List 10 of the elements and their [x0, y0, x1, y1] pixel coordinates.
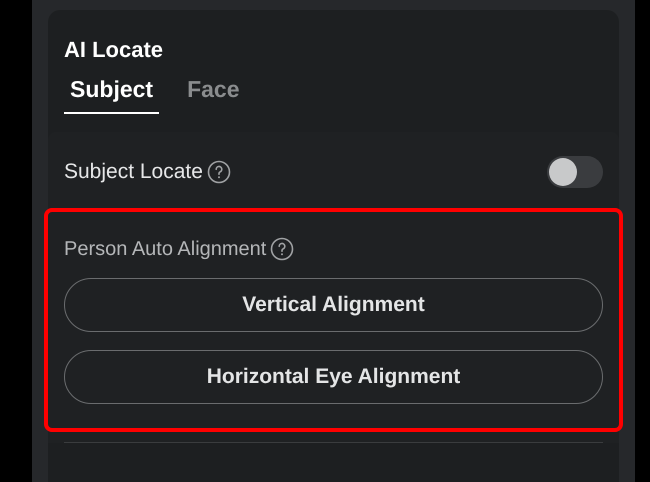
alignment-button[interactable]: Vertical Alignment	[64, 278, 603, 332]
panel-title: AI Locate	[64, 36, 164, 64]
tab[interactable]: Subject	[64, 74, 160, 114]
alignment-button[interactable]: Horizontal Eye Alignment	[64, 350, 603, 404]
help-icon[interactable]	[206, 160, 231, 184]
toggle-switch[interactable]	[547, 156, 603, 188]
help-icon[interactable]	[270, 237, 294, 261]
section-label: Person Auto Alignment	[64, 237, 266, 262]
setting-label: Subject Locate	[64, 159, 203, 186]
tab[interactable]: Face	[181, 74, 246, 114]
